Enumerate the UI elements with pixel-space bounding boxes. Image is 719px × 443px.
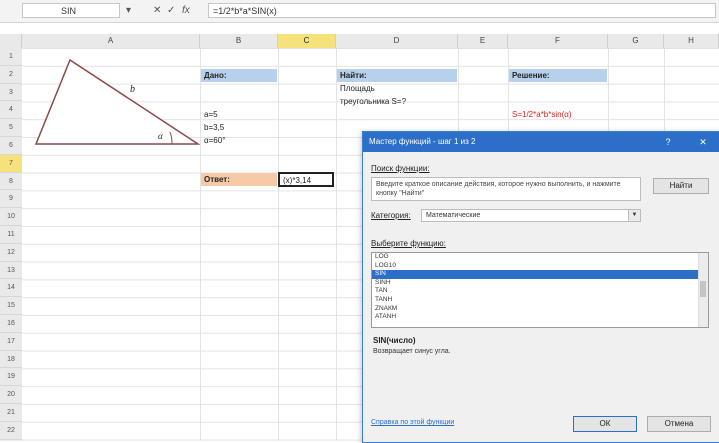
- solution-formula-cell[interactable]: S=1/2*a*b*sin(α): [509, 108, 649, 121]
- find-button[interactable]: Найти: [653, 178, 709, 194]
- formula-input[interactable]: =1/2*b*a*SIN(х): [208, 3, 716, 18]
- row-header-18[interactable]: 18: [0, 351, 22, 369]
- grid-line: [278, 48, 279, 441]
- dialog-title-bar[interactable]: Мастер функций - шаг 1 из 2 ? ✕: [363, 132, 719, 152]
- column-header-a[interactable]: A: [22, 34, 200, 48]
- row-header-3[interactable]: 3: [0, 84, 22, 102]
- function-wizard-dialog: Мастер функций - шаг 1 из 2 ? ✕ Поиск фу…: [362, 131, 719, 443]
- answer-label-cell[interactable]: Ответ:: [201, 173, 277, 186]
- triangle-shape: [34, 58, 201, 145]
- column-header-g[interactable]: G: [608, 34, 664, 48]
- function-help-link[interactable]: Справка по этой функции: [371, 419, 454, 426]
- function-item-atanh[interactable]: ATANH: [372, 313, 708, 322]
- dialog-title: Мастер функций - шаг 1 из 2: [369, 137, 476, 146]
- close-icon[interactable]: ✕: [693, 132, 713, 152]
- row-header-21[interactable]: 21: [0, 404, 22, 422]
- row-header-1[interactable]: 1: [0, 48, 22, 66]
- given-header[interactable]: Дано:: [201, 69, 277, 82]
- row-header-12[interactable]: 12: [0, 244, 22, 262]
- select-all-corner[interactable]: [0, 34, 22, 48]
- find-line-1[interactable]: Площадь: [337, 82, 457, 95]
- label-alpha: α: [158, 131, 163, 141]
- formula-bar: SIN ▾ ✕ ✓ fx =1/2*b*a*SIN(х): [0, 0, 719, 23]
- find-header[interactable]: Найти:: [337, 69, 457, 82]
- dropdown-arrow-icon[interactable]: ▾: [126, 4, 131, 18]
- list-scrollbar[interactable]: [698, 253, 708, 327]
- row-header-2[interactable]: 2: [0, 66, 22, 84]
- row-header-16[interactable]: 16: [0, 315, 22, 333]
- row-header-19[interactable]: 19: [0, 368, 22, 387]
- column-header-e[interactable]: E: [458, 34, 508, 48]
- search-function-input[interactable]: Введите краткое описание действия, котор…: [371, 177, 641, 201]
- row-header-6[interactable]: 6: [0, 137, 22, 155]
- row-header-15[interactable]: 15: [0, 297, 22, 315]
- column-header-b[interactable]: B: [200, 34, 278, 48]
- row-header-22[interactable]: 22: [0, 422, 22, 440]
- solution-header[interactable]: Решение:: [509, 69, 607, 82]
- scrollbar-thumb[interactable]: [700, 281, 706, 297]
- function-item-znakm[interactable]: ZNАКМ: [372, 305, 708, 314]
- name-box[interactable]: SIN: [22, 3, 120, 18]
- category-value: Математические: [426, 212, 481, 219]
- row-header-14[interactable]: 14: [0, 279, 22, 298]
- row-header-11[interactable]: 11: [0, 226, 22, 244]
- function-item-tanh[interactable]: TANH: [372, 296, 708, 305]
- function-item-sin[interactable]: SIN: [372, 270, 708, 279]
- enter-icon[interactable]: ✓: [167, 4, 175, 18]
- row-header-9[interactable]: 9: [0, 190, 22, 209]
- column-header-f[interactable]: F: [508, 34, 608, 48]
- column-header-c[interactable]: C: [278, 34, 336, 48]
- category-select[interactable]: Математические ▼: [421, 209, 641, 222]
- function-description: Возвращает синус угла.: [373, 348, 451, 355]
- column-header-d[interactable]: D: [336, 34, 458, 48]
- function-item-tan[interactable]: TAN: [372, 287, 708, 296]
- label-b: b: [130, 84, 135, 95]
- function-item-sinh[interactable]: SINH: [372, 279, 708, 288]
- alpha-value-cell[interactable]: α=60°: [201, 134, 277, 147]
- function-list-label: Выберите функцию:: [371, 239, 446, 248]
- row-header-13[interactable]: 13: [0, 262, 22, 280]
- b-value-cell[interactable]: b=3,5: [201, 121, 277, 134]
- row-header-10[interactable]: 10: [0, 208, 22, 226]
- fx-icon[interactable]: fx: [182, 4, 190, 18]
- row-header-20[interactable]: 20: [0, 386, 22, 404]
- label-a: a: [110, 149, 115, 152]
- function-list[interactable]: LOG LOG10 SIN SINH TAN TANH ZNАКМ ATANH: [371, 252, 709, 328]
- category-label: Категория:: [371, 211, 411, 220]
- row-header-8[interactable]: 8: [0, 173, 22, 191]
- search-label: Поиск функции:: [371, 164, 430, 173]
- cancel-icon[interactable]: ✕: [153, 4, 161, 18]
- ok-button[interactable]: ОК: [573, 416, 637, 432]
- function-item-log[interactable]: LOG: [372, 253, 708, 262]
- triangle-figure[interactable]: b a α: [30, 52, 205, 152]
- row-header-7[interactable]: 7: [0, 154, 22, 173]
- help-icon[interactable]: ?: [658, 132, 678, 152]
- active-cell-input[interactable]: (х)*3,14: [278, 172, 334, 187]
- row-header: 1 2 3 4 5 6 7 8 9 10 11 12 13 14 15 16 17 18 19 20 21 22: [0, 48, 22, 441]
- function-signature: SIN(число): [373, 336, 416, 345]
- row-header-17[interactable]: 17: [0, 333, 22, 351]
- column-header-h[interactable]: H: [664, 34, 719, 48]
- function-item-log10[interactable]: LOG10: [372, 262, 708, 271]
- cancel-button[interactable]: Отмена: [647, 416, 711, 432]
- row-header-5[interactable]: 5: [0, 119, 22, 137]
- a-value-cell[interactable]: a=5: [201, 108, 277, 121]
- column-header: A B C D E F G H: [0, 34, 719, 49]
- row-header-4[interactable]: 4: [0, 101, 22, 120]
- find-line-2[interactable]: треугольника S=?: [337, 95, 477, 108]
- chevron-down-icon[interactable]: ▼: [628, 210, 640, 221]
